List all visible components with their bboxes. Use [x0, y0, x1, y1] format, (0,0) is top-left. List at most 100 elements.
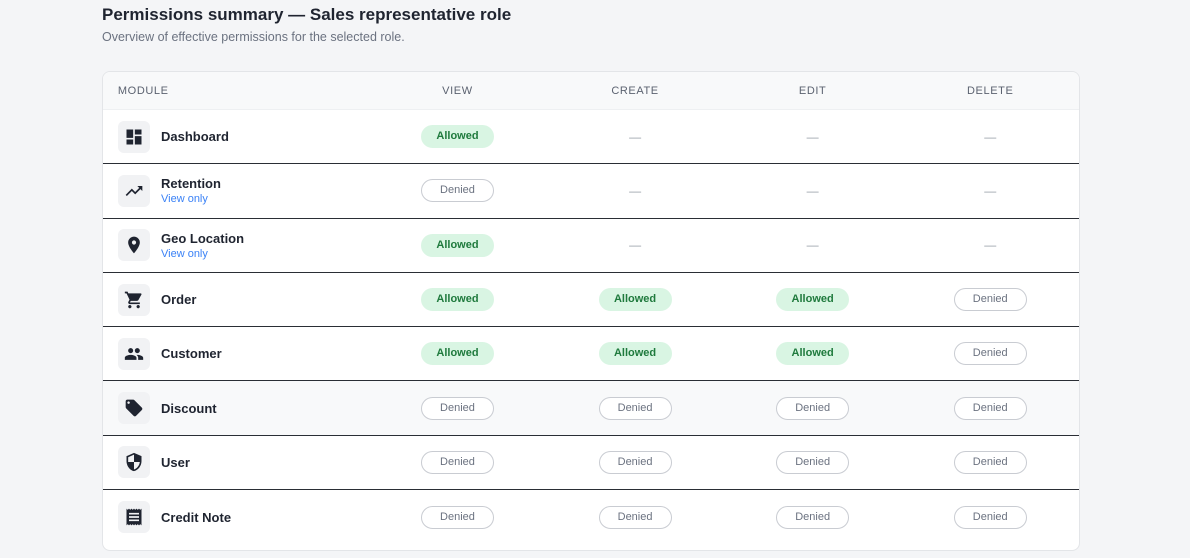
- module-cell: Customer: [103, 337, 369, 370]
- tag-icon: [118, 392, 150, 425]
- permission-cell-edit: Denied: [724, 396, 902, 420]
- dashboard-icon: [118, 120, 150, 153]
- not-applicable-dash: —: [806, 129, 819, 144]
- denied-badge: Denied: [598, 396, 672, 420]
- column-header-module: MODULE: [117, 84, 169, 97]
- permission-cell-edit: Denied: [724, 505, 902, 529]
- module-note-link[interactable]: View only: [161, 248, 244, 260]
- permission-cell-view: Denied: [369, 179, 547, 203]
- permission-cell-edit: Allowed: [724, 288, 902, 312]
- column-header-view: VIEW: [442, 84, 473, 97]
- denied-badge: Denied: [776, 396, 850, 420]
- column-header-delete: DELETE: [967, 84, 1014, 97]
- module-cell: Credit Note: [103, 501, 369, 534]
- column-header-edit: EDIT: [798, 84, 827, 97]
- column-header-create: CREATE: [611, 84, 659, 97]
- allowed-badge: Allowed: [420, 125, 494, 149]
- denied-badge: Denied: [598, 505, 672, 529]
- not-applicable-dash: —: [806, 183, 819, 198]
- not-applicable-dash: —: [806, 238, 819, 253]
- table-row: Discount Denied Denied Denied Denied: [103, 381, 1079, 436]
- permission-cell-view: Allowed: [369, 288, 547, 312]
- allowed-badge: Allowed: [420, 288, 494, 312]
- not-applicable-dash: —: [629, 238, 642, 253]
- allowed-badge: Allowed: [598, 342, 672, 366]
- permission-cell-create: —: [546, 238, 724, 252]
- table-header: MODULE VIEW CREATE EDIT DELETE: [103, 72, 1079, 110]
- module-cell: Order: [103, 283, 369, 316]
- permission-cell-edit: Denied: [724, 450, 902, 474]
- permissions-table: MODULE VIEW CREATE EDIT DELETE Dashboard…: [102, 71, 1080, 551]
- module-note-link[interactable]: View only: [161, 193, 221, 205]
- permission-cell-create: —: [546, 130, 724, 144]
- cart-icon: [118, 283, 150, 316]
- denied-badge: Denied: [420, 450, 494, 474]
- denied-badge: Denied: [953, 342, 1027, 366]
- not-applicable-dash: —: [984, 183, 997, 198]
- table-row: Retention View only Denied — — —: [103, 164, 1079, 219]
- module-name: Dashboard: [161, 129, 229, 145]
- permission-cell-create: Denied: [546, 505, 724, 529]
- permission-cell-delete: —: [901, 238, 1079, 252]
- permission-cell-create: Allowed: [546, 342, 724, 366]
- permission-cell-delete: Denied: [901, 396, 1079, 420]
- denied-badge: Denied: [776, 505, 850, 529]
- table-body: Dashboard Allowed — — — Retention View only Den…: [103, 110, 1079, 544]
- allowed-badge: Allowed: [420, 233, 494, 257]
- permission-cell-delete: Denied: [901, 505, 1079, 529]
- permission-cell-view: Denied: [369, 505, 547, 529]
- allowed-badge: Allowed: [420, 342, 494, 366]
- denied-badge: Denied: [598, 450, 672, 474]
- denied-badge: Denied: [420, 505, 494, 529]
- page-title: Permissions summary — Sales representati…: [102, 5, 512, 24]
- trending-up-icon: [118, 174, 150, 207]
- table-row: Dashboard Allowed — — —: [103, 110, 1079, 165]
- table-row: User Denied Denied Denied Denied: [103, 436, 1079, 491]
- permission-cell-view: Allowed: [369, 342, 547, 366]
- module-cell: Geo Location View only: [103, 229, 369, 262]
- table-row: Order Allowed Allowed Allowed Denied: [103, 273, 1079, 328]
- module-name: Geo Location: [161, 230, 245, 246]
- table-row: Customer Allowed Allowed Allowed Denied: [103, 327, 1079, 382]
- not-applicable-dash: —: [984, 129, 997, 144]
- permission-cell-edit: —: [724, 184, 902, 198]
- people-icon: [118, 337, 150, 370]
- permission-cell-delete: Denied: [901, 450, 1079, 474]
- permission-cell-create: Denied: [546, 450, 724, 474]
- module-cell: Retention View only: [103, 174, 369, 207]
- not-applicable-dash: —: [984, 238, 997, 253]
- allowed-badge: Allowed: [776, 342, 850, 366]
- module-name: Customer: [161, 346, 222, 362]
- permission-cell-delete: —: [901, 184, 1079, 198]
- permission-cell-view: Denied: [369, 450, 547, 474]
- location-pin-icon: [118, 229, 150, 262]
- page-subtitle: Overview of effective permissions for th…: [102, 30, 405, 44]
- allowed-badge: Allowed: [598, 288, 672, 312]
- module-name: User: [161, 454, 190, 470]
- shield-icon: [118, 446, 150, 479]
- module-cell: User: [103, 446, 369, 479]
- denied-badge: Denied: [420, 396, 494, 420]
- not-applicable-dash: —: [629, 129, 642, 144]
- module-name: Order: [161, 292, 197, 308]
- permission-cell-delete: Denied: [901, 288, 1079, 312]
- allowed-badge: Allowed: [776, 288, 850, 312]
- permission-cell-create: —: [546, 184, 724, 198]
- receipt-icon: [118, 501, 150, 534]
- denied-badge: Denied: [953, 288, 1027, 312]
- not-applicable-dash: —: [629, 183, 642, 198]
- denied-badge: Denied: [953, 505, 1027, 529]
- module-cell: Discount: [103, 392, 369, 425]
- permission-cell-view: Allowed: [369, 233, 547, 257]
- denied-badge: Denied: [953, 396, 1027, 420]
- permission-cell-delete: —: [901, 130, 1079, 144]
- module-name: Discount: [161, 400, 217, 416]
- permission-cell-create: Allowed: [546, 288, 724, 312]
- permission-cell-delete: Denied: [901, 342, 1079, 366]
- permission-cell-edit: —: [724, 238, 902, 252]
- denied-badge: Denied: [776, 450, 850, 474]
- permission-cell-edit: —: [724, 130, 902, 144]
- permission-cell-edit: Allowed: [724, 342, 902, 366]
- permission-cell-create: Denied: [546, 396, 724, 420]
- table-row: Credit Note Denied Denied Denied Denied: [103, 490, 1079, 544]
